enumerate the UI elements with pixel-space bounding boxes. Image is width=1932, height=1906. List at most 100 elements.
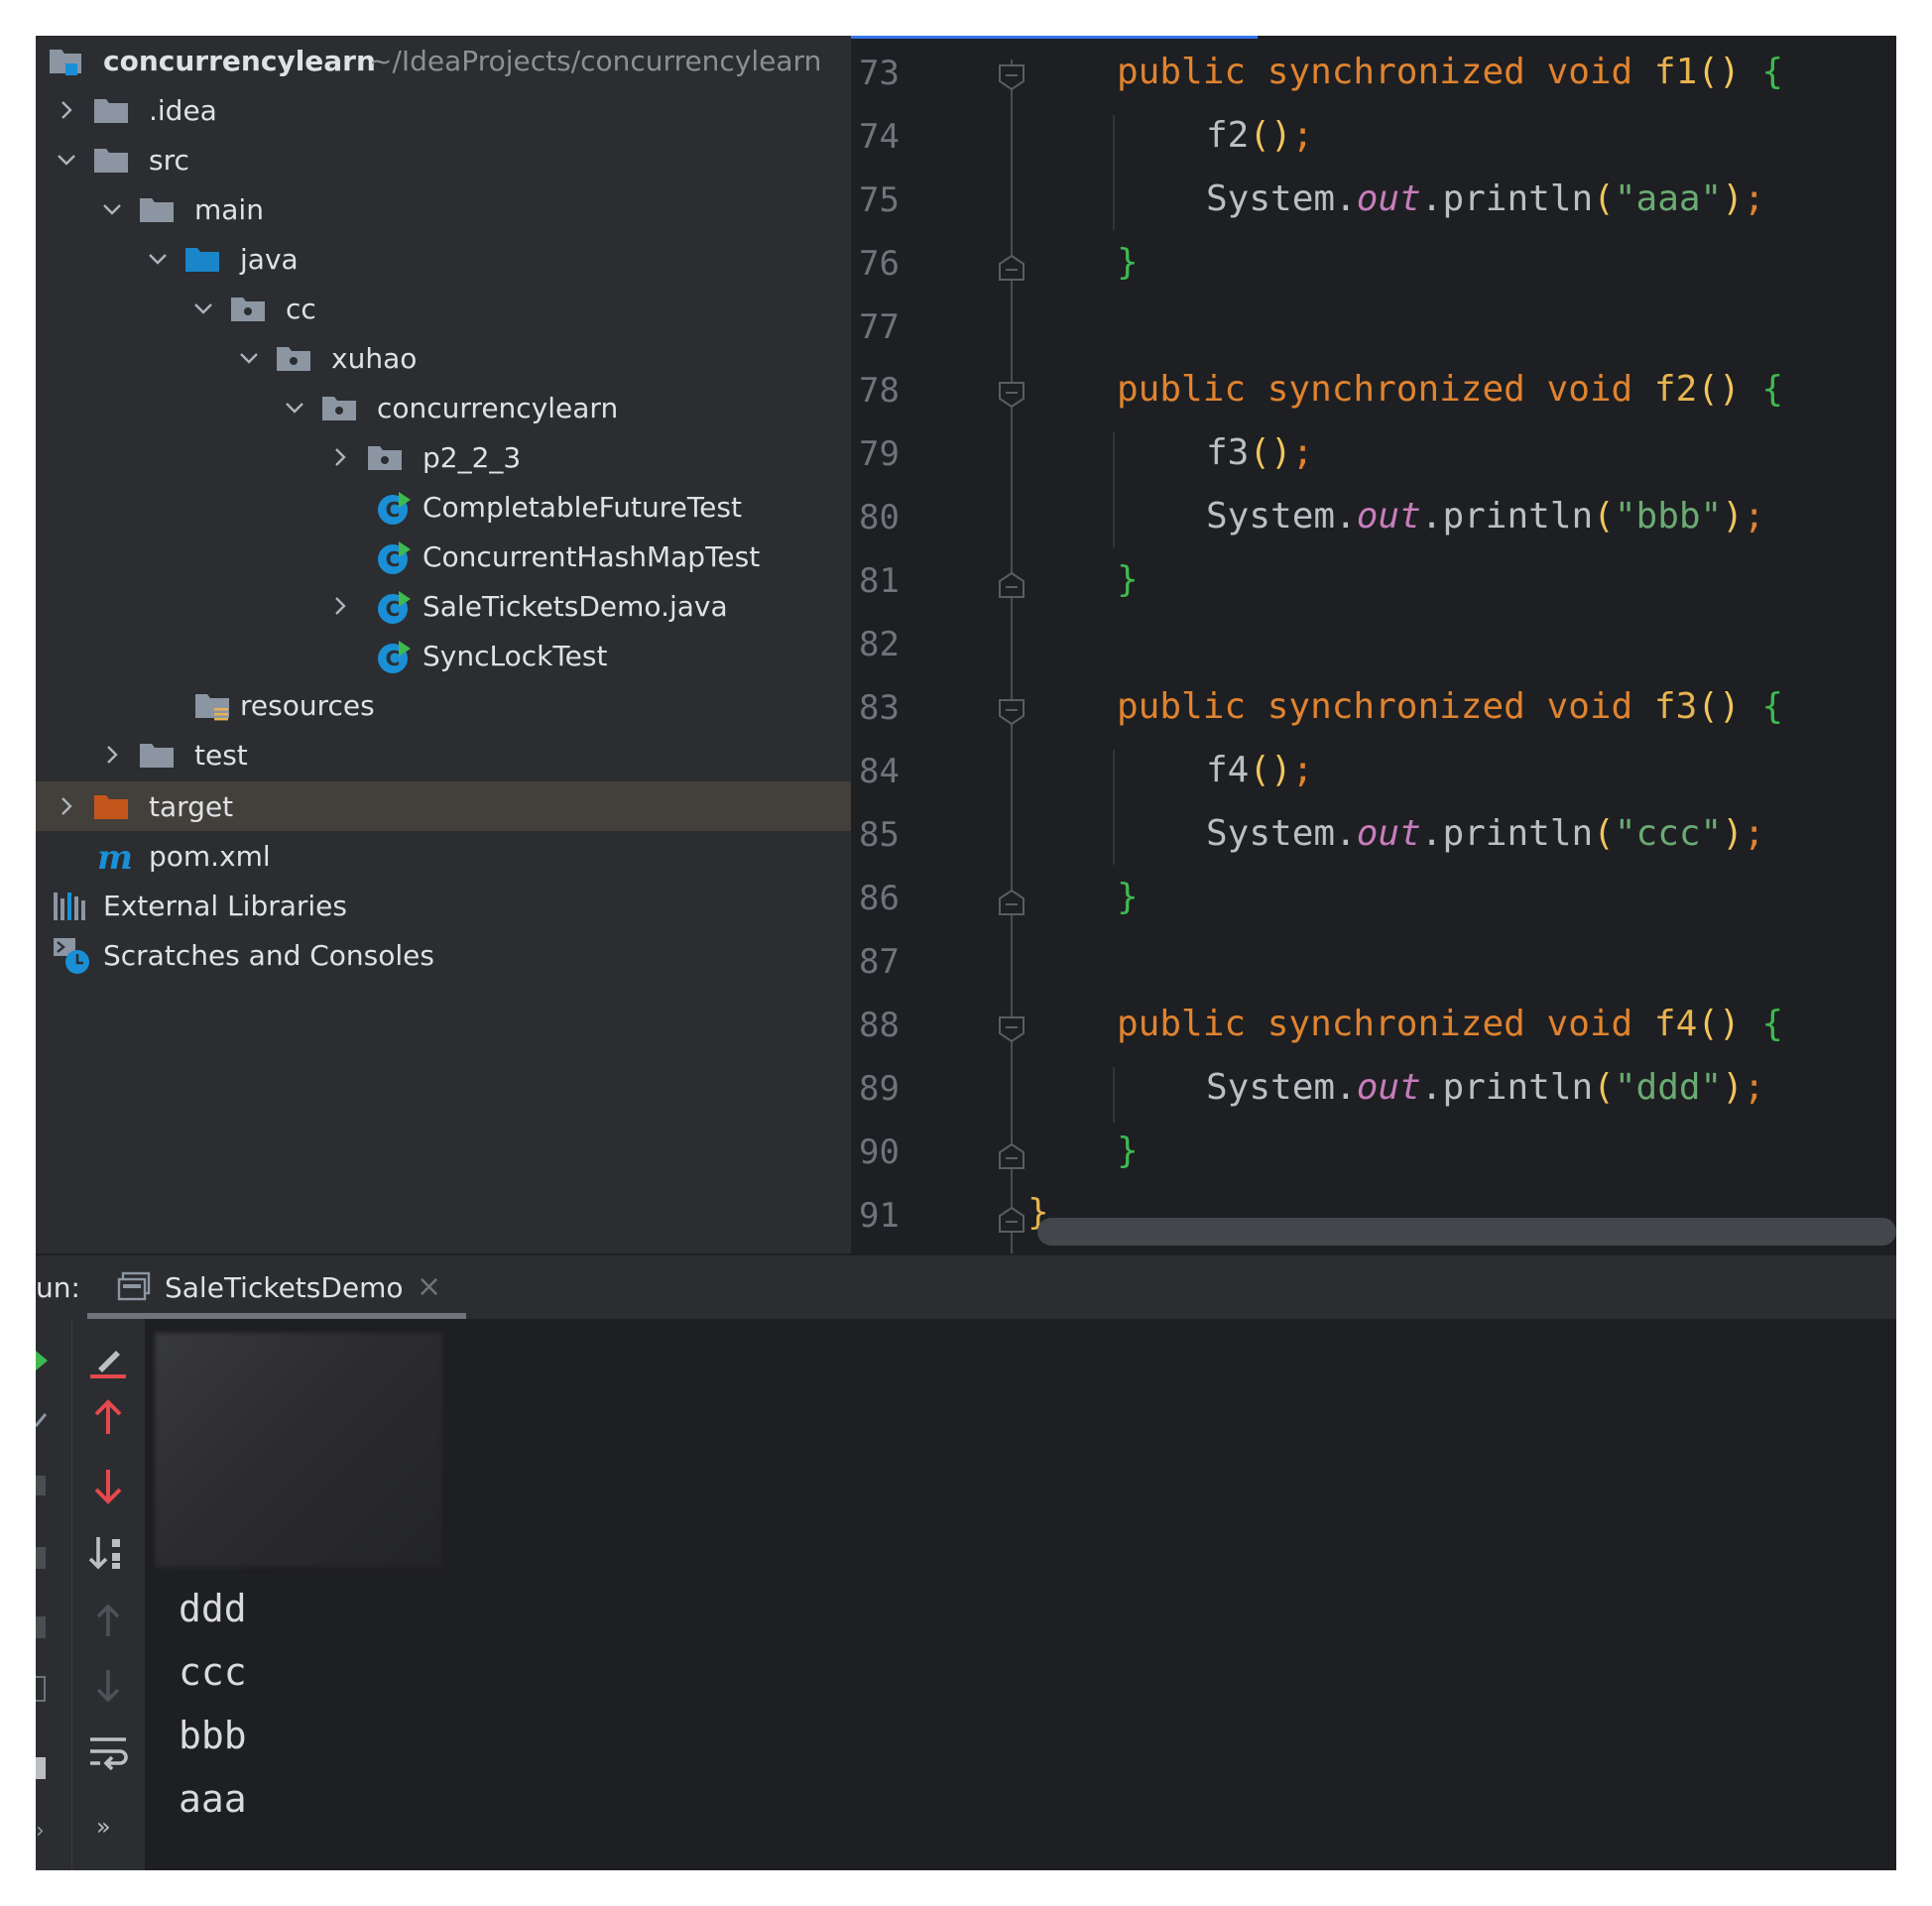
fold-collapse-icon[interactable] [998,1015,1026,1043]
java-class-icon: C [378,641,411,673]
tree-item-concurrenthashmaptest[interactable]: C ConcurrentHashMapTest [36,532,851,581]
horizontal-scrollbar[interactable] [1037,1218,1896,1246]
arrow-down-icon[interactable] [86,1464,130,1507]
line-number: 79 [859,434,900,474]
soft-wrap-icon[interactable] [86,1731,130,1775]
chevron-down-icon[interactable] [232,341,266,375]
tree-item-main[interactable]: main [36,184,851,234]
tree-item-xuhao[interactable]: xuhao [36,333,851,383]
line-number: 91 [859,1196,900,1236]
more-icon[interactable]: » [96,1813,111,1841]
chevron-down-icon[interactable] [186,292,220,325]
code-line-78[interactable]: public synchronized void f2() { [1117,369,1783,410]
tree-item-label: concurrencylearn [377,391,619,424]
close-brace: } [1117,1131,1139,1171]
tree-item-pom[interactable]: m pom.xml [36,831,851,881]
open-paren: ( [1593,179,1615,219]
code-line-90[interactable]: } [1117,1131,1139,1171]
code-line-76[interactable]: } [1117,242,1139,283]
package-icon [322,397,356,420]
tree-item-completablefuturetest[interactable]: C CompletableFutureTest [36,482,851,532]
close-icon[interactable]: × [417,1269,441,1304]
dot: . [1335,179,1357,219]
code-line-79[interactable]: f3(); [1206,432,1313,473]
line-number: 78 [859,371,900,411]
code-line-84[interactable]: f4(); [1206,750,1313,790]
sort-icon[interactable] [86,1531,130,1575]
chevron-down-icon[interactable] [50,143,83,177]
tree-item-test[interactable]: test [36,730,851,779]
chevron-down-icon[interactable] [141,242,175,276]
fold-end-icon[interactable] [998,1142,1026,1170]
snapshot-icon[interactable] [36,1547,46,1569]
code-line-73[interactable]: public synchronized void f1() { [1117,52,1783,92]
code-line-75[interactable]: System.out.println("aaa"); [1206,179,1765,219]
output-line: ddd [179,1587,247,1630]
tree-item-cc[interactable]: cc [36,284,851,333]
fold-collapse-icon[interactable] [998,698,1026,726]
pin-icon[interactable] [36,1757,46,1779]
run-tab-title: SaleTicketsDemo [165,1271,404,1304]
tree-item-src[interactable]: src [36,135,851,184]
rerun-icon[interactable] [36,1349,48,1372]
code-line-86[interactable]: } [1117,877,1139,917]
code-line-81[interactable]: } [1117,559,1139,600]
tree-item-p2_2_3[interactable]: p2_2_3 [36,432,851,482]
console-output[interactable]: ddd ccc bbb aaa [145,1319,1896,1870]
dot: . [1420,813,1443,854]
tree-item-java[interactable]: java [36,234,851,284]
fold-end-icon[interactable] [998,889,1026,916]
chevron-down-icon[interactable] [95,192,129,226]
fold-end-icon[interactable] [998,571,1026,599]
code-line-83[interactable]: public synchronized void f3() { [1117,686,1783,727]
tree-item-concurrencylearn[interactable]: concurrencylearn [36,383,851,432]
method-call: f2 [1206,115,1250,156]
code-line-89[interactable]: System.out.println("ddd"); [1206,1067,1765,1108]
tree-item-scratches[interactable]: Scratches and Consoles [36,930,851,980]
editor-tab-accent [851,36,1258,39]
tree-item-saleticketsdemo[interactable]: C SaleTicketsDemo.java [36,581,851,631]
tree-item-resources[interactable]: resources [36,680,851,730]
chevron-right-icon[interactable] [50,789,83,823]
call-parens: () [1249,115,1292,156]
tree-item-target[interactable]: target [36,781,851,831]
tree-root-row[interactable]: concurrencylearn ~/IdeaProjects/concurre… [36,36,851,85]
code-line-85[interactable]: System.out.println("ccc"); [1206,813,1765,854]
tree-item-synclocktest[interactable]: C SyncLockTest [36,631,851,680]
chevron-down-icon[interactable] [278,391,311,424]
chevron-right-icon[interactable] [323,589,357,623]
system-class: System [1206,813,1336,854]
out-field: out [1356,813,1421,854]
clear-all-icon[interactable] [86,1339,130,1382]
dot: . [1420,179,1443,219]
layout-icon[interactable] [36,1676,46,1702]
code-line-88[interactable]: public synchronized void f4() { [1117,1004,1783,1044]
method-name: f2 [1653,369,1698,410]
dot: . [1420,1067,1443,1108]
chevron-right-icon[interactable] [50,93,83,127]
fold-collapse-icon[interactable] [998,63,1026,91]
restore-icon[interactable] [36,1616,46,1638]
wrench-icon[interactable] [36,1408,48,1430]
fold-end-icon[interactable] [998,1206,1026,1234]
expand-icon[interactable]: › [36,1819,45,1844]
svg-text:C: C [386,547,401,571]
fold-collapse-icon[interactable] [998,381,1026,409]
println-call: println [1442,179,1594,219]
tree-item-external-libraries[interactable]: External Libraries [36,881,851,930]
code-line-74[interactable]: f2(); [1206,115,1313,156]
code-line-80[interactable]: System.out.println("bbb"); [1206,496,1765,536]
next-occurrence-icon[interactable] [86,1664,130,1708]
previous-occurrence-icon[interactable] [86,1599,130,1642]
dot: . [1420,496,1443,536]
line-number: 82 [859,625,900,664]
chevron-right-icon[interactable] [95,738,129,772]
arrow-up-icon[interactable] [86,1396,130,1440]
stop-icon[interactable] [36,1476,46,1495]
fold-end-icon[interactable] [998,254,1026,282]
tree-item-idea[interactable]: .idea [36,85,851,135]
keyword-synchronized: synchronized [1267,369,1525,410]
package-icon [368,446,402,470]
semicolon: ; [1743,1067,1765,1108]
chevron-right-icon[interactable] [323,440,357,474]
